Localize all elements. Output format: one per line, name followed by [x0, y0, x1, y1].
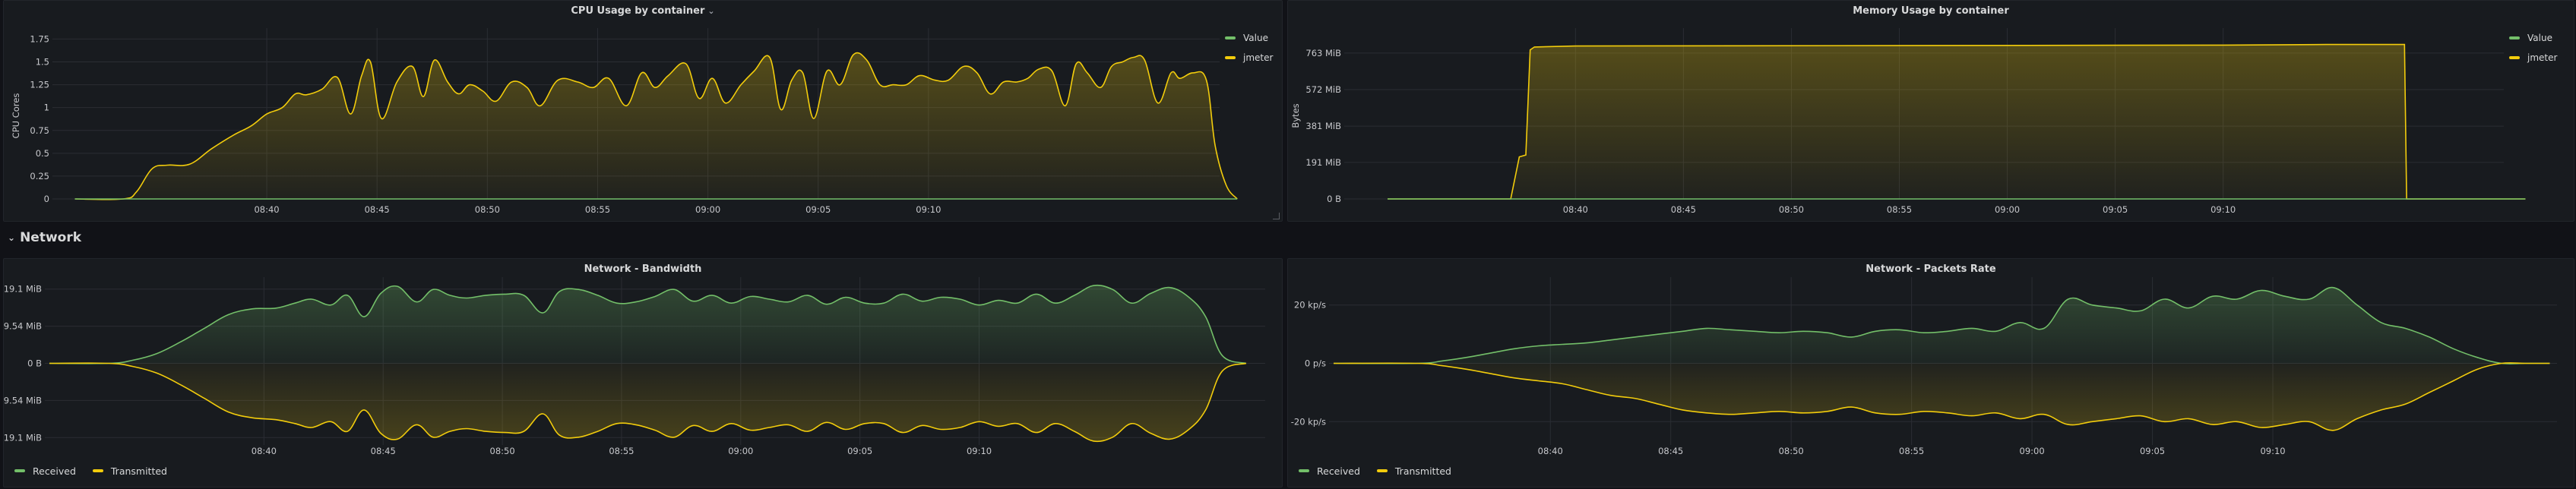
legend-label: Value: [2527, 33, 2552, 43]
x-tick-label: 08:45: [371, 446, 396, 456]
y-tick-label: 1.75: [30, 33, 49, 44]
series-area-transmitted: [1334, 362, 2550, 431]
legend-label: Received: [1317, 465, 1360, 477]
x-tick-label: 08:50: [475, 204, 500, 215]
y-tick-label: 1.5: [36, 57, 49, 68]
x-tick-label: 08:55: [1887, 204, 1912, 215]
y-tick-label: -20 kp/s: [1291, 416, 1326, 427]
legend-label: Value: [1243, 33, 1268, 43]
y-tick-label: -9.54 MiB: [4, 395, 42, 405]
x-tick-label: 08:45: [1658, 446, 1683, 456]
x-tick-label: 08:55: [585, 204, 610, 215]
legend-label: jmeter: [2527, 52, 2558, 63]
series-area-transmitted: [49, 363, 1246, 442]
network-packets-rate-panel[interactable]: Network - Packets Rate 20 kp/s 0 p/s -20 k…: [1287, 258, 2574, 487]
legend: Value jmeter: [1225, 28, 1273, 68]
legend-swatch: [14, 469, 25, 472]
x-tick-label: 08:40: [254, 204, 279, 215]
y-tick-label: 0.25: [30, 171, 49, 181]
y-tick-label: 1.25: [30, 80, 49, 90]
legend-item-received[interactable]: Received: [14, 461, 76, 481]
legend-label: jmeter: [1243, 52, 1274, 63]
legend-item-value[interactable]: Value: [1225, 28, 1273, 48]
cpu-usage-chart[interactable]: 1.75 1.5 1.25 1 0.75 0.5 0.25 0 08:40 08:45 08:50 0…: [4, 1, 1282, 221]
legend-item-jmeter[interactable]: jmeter: [1225, 48, 1273, 68]
x-tick-label: 09:05: [847, 446, 872, 456]
y-tick-label: 0.5: [36, 148, 49, 159]
legend-swatch: [92, 469, 103, 472]
x-tick-label: 09:05: [2140, 446, 2165, 456]
y-tick-label: 0: [44, 194, 49, 204]
x-tick-label: 08:50: [490, 446, 515, 456]
memory-usage-chart[interactable]: 763 MiB 572 MiB 381 MiB 191 MiB 0 B 08:40 08:4…: [1288, 1, 2574, 221]
chevron-down-icon[interactable]: ⌄: [8, 232, 15, 243]
legend-swatch: [2509, 36, 2520, 39]
y-tick-label: 381 MiB: [1305, 121, 1341, 131]
y-tick-label: -19.1 MiB: [4, 432, 42, 443]
y-tick-label: 0 B: [1327, 194, 1341, 204]
network-bandwidth-chart[interactable]: 19.1 MiB 9.54 MiB 0 B -9.54 MiB -19.1 MiB 08:…: [4, 259, 1282, 487]
x-tick-label: 09:10: [2210, 204, 2236, 215]
network-bandwidth-panel[interactable]: Network - Bandwidth 19.1 MiB 9.54 MiB 0 B-…: [3, 258, 1283, 487]
x-tick-label: 08:45: [365, 204, 390, 215]
legend-swatch: [1376, 469, 1388, 472]
series-area-jmeter: [1388, 44, 2526, 199]
row-header-network[interactable]: ⌄ Network: [8, 230, 81, 245]
x-tick-label: 08:45: [1671, 204, 1696, 215]
y-axis-label: CPU Cores: [11, 93, 21, 139]
legend-item-received[interactable]: Received: [1299, 461, 1360, 481]
legend-label: Transmitted: [1394, 465, 1451, 477]
x-tick-label: 09:00: [2020, 446, 2045, 456]
legend-item-transmitted[interactable]: Transmitted: [1376, 461, 1451, 481]
y-tick-label: 0.75: [30, 125, 49, 136]
legend-swatch: [1225, 36, 1236, 39]
legend-item-jmeter[interactable]: jmeter: [2509, 48, 2557, 68]
legend-swatch: [1299, 469, 1309, 472]
x-tick-label: 09:00: [695, 204, 720, 215]
cpu-usage-panel[interactable]: CPU Usage by container ⌄ 1.75 1.5 1.25 1 0.75…: [3, 0, 1283, 222]
resize-handle[interactable]: [1273, 213, 1280, 219]
x-tick-label: 09:05: [2103, 204, 2128, 215]
legend-label: Received: [33, 465, 76, 477]
legend: Value jmeter: [2509, 28, 2557, 68]
x-tick-label: 09:00: [1995, 204, 2020, 215]
y-tick-label: 0 B: [27, 358, 42, 369]
legend-item-value[interactable]: Value: [2509, 28, 2557, 48]
legend-label: Transmitted: [110, 465, 167, 477]
network-packets-rate-chart[interactable]: 20 kp/s 0 p/s -20 kp/s 08:40 08:45 08:50 08:55…: [1288, 259, 2574, 487]
legend: Received Transmitted: [1299, 461, 1451, 481]
x-tick-label: 09:10: [916, 204, 941, 215]
y-tick-label: 19.1 MiB: [4, 284, 42, 295]
x-tick-label: 08:40: [1563, 204, 1588, 215]
legend-swatch: [2509, 56, 2520, 59]
series-area-received: [49, 285, 1246, 364]
y-tick-label: 763 MiB: [1305, 48, 1341, 58]
x-tick-label: 09:10: [967, 446, 992, 456]
x-tick-label: 09:05: [805, 204, 831, 215]
row-title: Network: [20, 230, 82, 245]
x-tick-label: 09:00: [728, 446, 753, 456]
y-tick-label: 1: [44, 103, 49, 113]
x-tick-label: 08:50: [1779, 204, 1804, 215]
legend: Received Transmitted: [14, 461, 167, 481]
series-area-received: [1334, 287, 2550, 364]
y-tick-label: 0 p/s: [1305, 358, 1326, 369]
series-area-jmeter: [74, 52, 1238, 200]
memory-usage-panel[interactable]: Memory Usage by container 763 MiB 572 MiB…: [1287, 0, 2574, 222]
x-tick-label: 08:50: [1779, 446, 1804, 456]
legend-swatch: [1225, 56, 1236, 59]
y-axis-label: Bytes: [1290, 103, 1301, 128]
y-tick-label: 191 MiB: [1305, 157, 1341, 168]
x-tick-label: 08:40: [252, 446, 277, 456]
y-tick-label: 20 kp/s: [1294, 300, 1326, 311]
legend-item-transmitted[interactable]: Transmitted: [92, 461, 167, 481]
x-tick-label: 09:10: [2260, 446, 2285, 456]
y-tick-label: 572 MiB: [1305, 84, 1341, 95]
y-tick-label: 9.54 MiB: [4, 321, 42, 332]
x-tick-label: 08:55: [1899, 446, 1924, 456]
x-tick-label: 08:40: [1538, 446, 1563, 456]
x-tick-label: 08:55: [609, 446, 634, 456]
